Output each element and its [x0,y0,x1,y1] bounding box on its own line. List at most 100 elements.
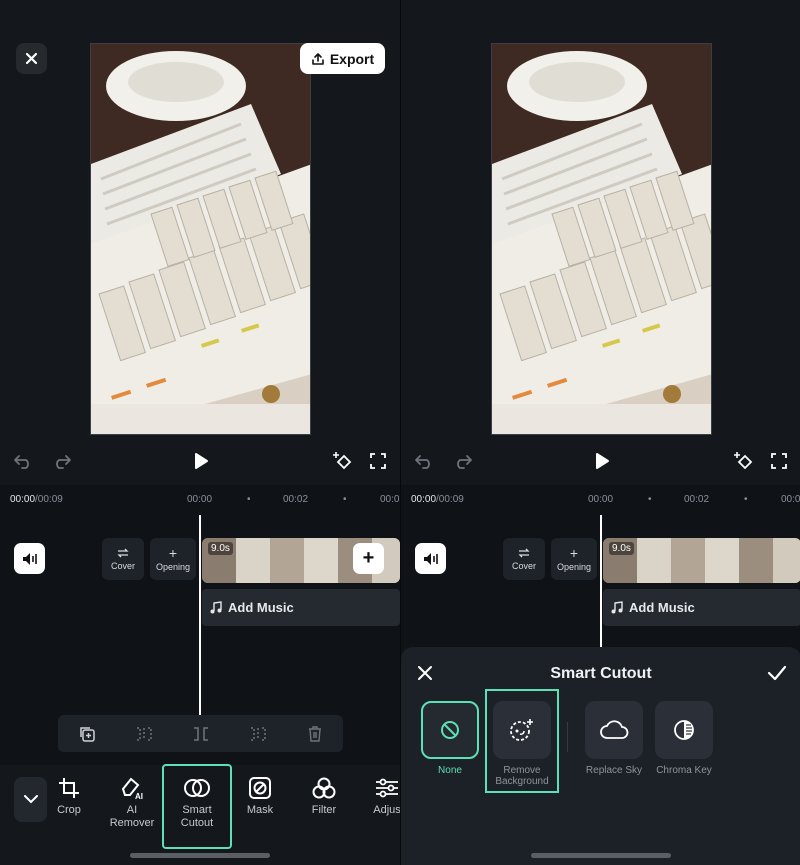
play-icon [596,453,609,469]
option-chroma-key[interactable]: Chroma Key [649,697,719,776]
plus-icon: + [168,544,178,561]
ai-eraser-icon: AI [119,775,145,801]
tick-dot: • [343,494,347,505]
split-left-icon[interactable] [133,723,155,745]
home-indicator [130,853,270,858]
speaker-icon [423,552,438,565]
add-music-label: Add Music [629,600,695,615]
option-label: Replace Sky [585,765,643,776]
time-ruler: 00:00/00:09 00:00 • 00:02 • 00:0 [0,485,400,515]
clip-thumbnail [773,538,800,583]
time-ruler: 00:00/00:09 00:00 • 00:02 • 00:0 [401,485,800,515]
tool-label: Adjus [373,804,400,816]
tick-dot: • [648,494,652,505]
fullscreen-button[interactable] [768,450,790,472]
filter-icon [311,775,337,801]
clip-thumbnail [739,538,773,583]
fullscreen-button[interactable] [367,450,389,472]
redo-button[interactable] [51,450,73,472]
option-none[interactable]: None [415,697,485,776]
undo-icon [415,455,430,469]
export-button[interactable]: Export [300,43,385,74]
close-button[interactable] [16,43,47,74]
tick-label: 00:02 [684,494,710,505]
keyframe-button[interactable] [733,450,755,472]
smart-cutout-sheet: Smart Cutout None Remove Background Repl… [401,647,800,865]
upload-icon [312,52,324,65]
tool-filter[interactable]: Filter [291,775,357,845]
tool-label: Mask [246,804,274,816]
option-replace-sky[interactable]: Replace Sky [579,697,649,776]
clip-duration: 9.0s [609,542,634,555]
split-right-icon[interactable] [247,723,269,745]
tick-label: 00:00 [588,494,614,505]
video-frame[interactable] [90,43,311,435]
add-music-track[interactable]: Add Music [202,589,400,626]
editor-panel-right: 00:00/00:09 00:00 • 00:02 • 00:0 Cover +… [400,0,800,865]
clip-thumbnail [705,538,739,583]
mute-audio-button[interactable] [14,543,45,574]
tool-smart-cutout[interactable]: Smart Cutout [162,764,232,849]
delete-icon[interactable] [304,723,326,745]
undo-icon [14,455,29,469]
tick-label: 00:0 [781,494,800,505]
editor-panel-left: Export 00:00/00:09 00:00 • 00:02 • 00:0 [0,0,400,865]
home-indicator [531,853,671,858]
add-clip-button[interactable]: + [353,543,384,574]
option-label: None [438,765,462,776]
clip-thumbnail [637,538,671,583]
tool-mask[interactable]: Mask [227,775,293,845]
opening-button[interactable]: + Opening [551,538,597,580]
product-photo [492,44,711,434]
tool-label: Smart Cutout [180,804,214,829]
redo-button[interactable] [452,450,474,472]
playhead[interactable] [199,515,201,745]
crop-icon [56,775,82,801]
opening-button[interactable]: + Opening [150,538,196,580]
checkmark-icon [767,665,787,681]
add-music-track[interactable]: Add Music [603,589,800,626]
undo-button[interactable] [12,450,34,472]
video-preview-area [401,0,800,485]
add-music-label: Add Music [228,600,294,615]
keyframe-button[interactable] [332,450,354,472]
tick-dot: • [247,494,251,505]
play-button[interactable] [190,450,212,472]
tool-crop[interactable]: Crop [36,775,102,845]
tick-label: 00:02 [283,494,309,505]
tick-label: 00:00 [187,494,213,505]
timecode: 00:00/00:09 [411,494,464,505]
svg-text:AI: AI [135,792,143,800]
confirm-button[interactable] [767,665,787,683]
clip-edit-toolbar [58,715,343,752]
tick-dot: • [744,494,748,505]
option-label: Remove Background [495,765,549,787]
duplicate-icon[interactable] [76,723,98,745]
opening-label: Opening [556,561,592,572]
video-frame[interactable] [491,43,712,435]
cover-button[interactable]: Cover [503,538,545,580]
option-remove-background[interactable]: Remove Background [485,689,559,793]
redo-icon [457,455,472,469]
undo-button[interactable] [413,450,435,472]
clip-duration: 9.0s [208,542,233,555]
fullscreen-icon [771,453,787,469]
divider [567,722,568,752]
tool-ai-remover[interactable]: AI AI Remover [99,775,165,845]
option-label: Chroma Key [656,765,712,776]
keyframe-icon [734,452,753,470]
play-button[interactable] [591,450,613,472]
cover-label: Cover [110,560,135,571]
cover-button[interactable]: Cover [102,538,144,580]
smart-cutout-icon [184,775,210,801]
mask-icon [247,775,273,801]
video-clip[interactable]: 9.0s [603,538,800,583]
tool-adjust[interactable]: Adjus [354,775,400,845]
mute-audio-button[interactable] [415,543,446,574]
split-icon[interactable] [190,723,212,745]
clip-thumbnail [236,538,270,583]
sheet-title: Smart Cutout [550,665,652,682]
adjust-icon [374,775,400,801]
video-preview-area: Export [0,0,400,485]
play-icon [195,453,208,469]
